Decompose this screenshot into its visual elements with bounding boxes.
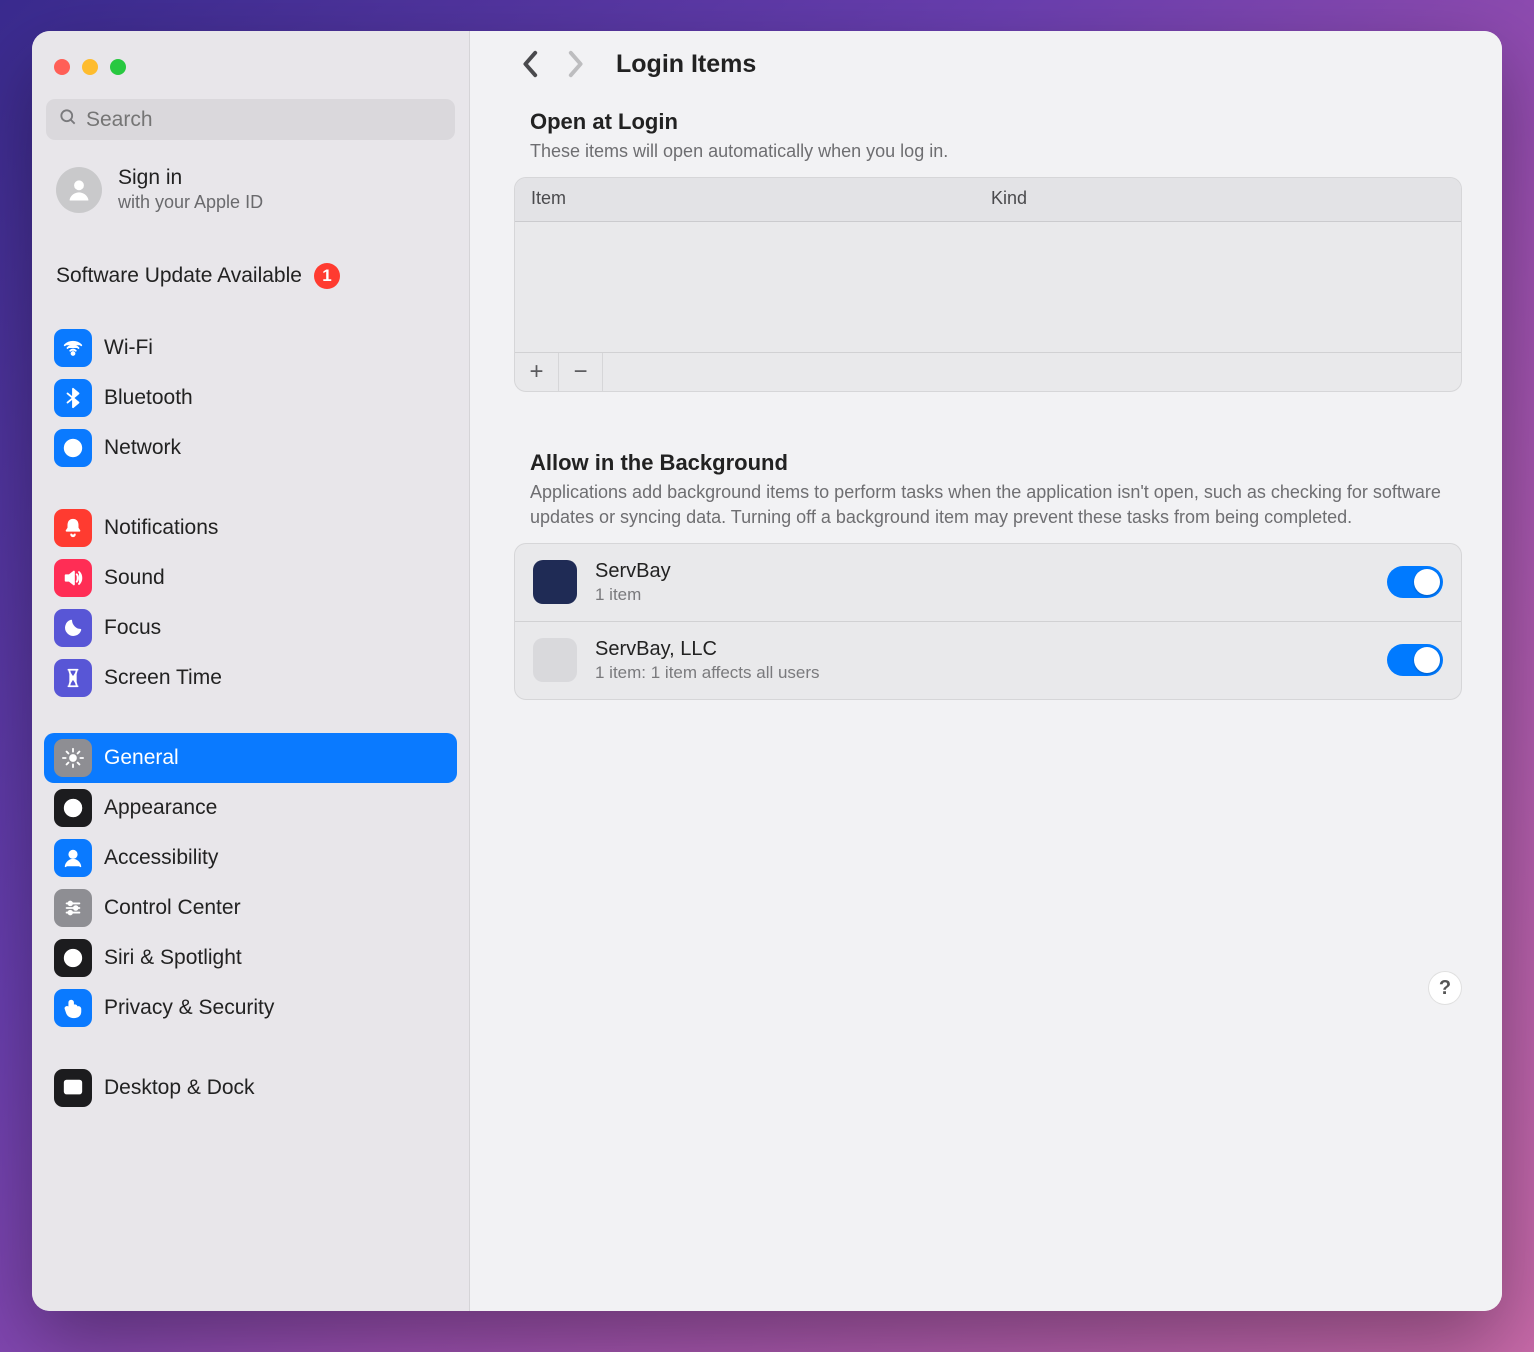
sidebar-item-label: Appearance [104, 796, 217, 820]
background-toggle[interactable] [1387, 566, 1443, 598]
sidebar-item-screen-time[interactable]: Screen Time [44, 653, 457, 703]
window-controls [44, 53, 457, 75]
sign-in-text: Sign in with your Apple ID [118, 166, 263, 213]
nav-forward-button[interactable] [558, 47, 592, 81]
sidebar-item-label: General [104, 746, 179, 770]
background-title: Allow in the Background [514, 450, 1462, 480]
sidebar-item-label: Bluetooth [104, 386, 193, 410]
sidebar-item-accessibility[interactable]: Accessibility [44, 833, 457, 883]
add-login-item-button[interactable]: + [515, 353, 559, 391]
help-button[interactable]: ? [1428, 971, 1462, 1005]
open-login-table: Item Kind + − [514, 177, 1462, 392]
sidebar-item-appearance[interactable]: Appearance [44, 783, 457, 833]
sliders-icon [54, 889, 92, 927]
bell-icon [54, 509, 92, 547]
sidebar-item-label: Desktop & Dock [104, 1076, 255, 1100]
sidebar: Sign in with your Apple ID Software Upda… [32, 31, 470, 1311]
software-update-label: Software Update Available [56, 264, 302, 288]
page-title: Login Items [616, 50, 756, 79]
col-kind: Kind [991, 188, 1027, 209]
search-icon [58, 107, 78, 132]
bluetooth-icon [54, 379, 92, 417]
speaker-icon [54, 559, 92, 597]
zoom-window-button[interactable] [110, 59, 126, 75]
wifi-icon [54, 329, 92, 367]
table-header: Item Kind [515, 178, 1461, 222]
nav-back-button[interactable] [514, 47, 548, 81]
moon-icon [54, 609, 92, 647]
sidebar-item-network[interactable]: Network [44, 423, 457, 473]
sidebar-item-label: Control Center [104, 896, 241, 920]
sidebar-item-sound[interactable]: Sound [44, 553, 457, 603]
sidebar-item-desktop-dock[interactable]: Desktop & Dock [44, 1063, 457, 1113]
sidebar-item-focus[interactable]: Focus [44, 603, 457, 653]
siri-icon [54, 939, 92, 977]
table-body-empty [515, 222, 1461, 352]
avatar [56, 167, 102, 213]
sidebar-item-label: Screen Time [104, 666, 222, 690]
app-name: ServBay, LLC [595, 638, 1387, 661]
background-list: ServBay 1 item ServBay, LLC 1 item: 1 it… [514, 543, 1462, 700]
background-desc: Applications add background items to per… [514, 480, 1462, 543]
close-window-button[interactable] [54, 59, 70, 75]
sidebar-item-label: Notifications [104, 516, 218, 540]
sign-in-title: Sign in [118, 166, 263, 190]
update-badge: 1 [314, 263, 340, 289]
sidebar-item-label: Siri & Spotlight [104, 946, 242, 970]
app-subtitle: 1 item [595, 585, 1387, 605]
sign-in-subtitle: with your Apple ID [118, 192, 263, 213]
sidebar-item-wi-fi[interactable]: Wi-Fi [44, 323, 457, 373]
open-login-desc: These items will open automatically when… [514, 139, 1462, 177]
sidebar-item-control-center[interactable]: Control Center [44, 883, 457, 933]
sidebar-item-label: Accessibility [104, 846, 218, 870]
sidebar-item-privacy-security[interactable]: Privacy & Security [44, 983, 457, 1033]
app-icon [533, 560, 577, 604]
background-row: ServBay 1 item [515, 544, 1461, 622]
sign-in-row[interactable]: Sign in with your Apple ID [44, 140, 457, 223]
open-login-title: Open at Login [514, 109, 1462, 139]
gear-icon [54, 739, 92, 777]
globe-icon [54, 429, 92, 467]
content-header: Login Items [514, 47, 1462, 81]
app-icon [533, 638, 577, 682]
dock-icon [54, 1069, 92, 1107]
sidebar-item-general[interactable]: General [44, 733, 457, 783]
minimize-window-button[interactable] [82, 59, 98, 75]
sidebar-item-label: Wi-Fi [104, 336, 153, 360]
sidebar-item-label: Sound [104, 566, 165, 590]
remove-login-item-button[interactable]: − [559, 353, 603, 391]
sidebar-item-notifications[interactable]: Notifications [44, 503, 457, 553]
app-subtitle: 1 item: 1 item affects all users [595, 663, 1387, 683]
content-pane: Login Items Open at Login These items wi… [470, 31, 1502, 1311]
sidebar-item-label: Privacy & Security [104, 996, 274, 1020]
search-field[interactable] [46, 99, 455, 140]
sidebar-item-label: Network [104, 436, 181, 460]
app-name: ServBay [595, 560, 1387, 583]
person-icon [54, 839, 92, 877]
table-footer: + − [515, 352, 1461, 391]
software-update-row[interactable]: Software Update Available 1 [44, 223, 457, 293]
circle-half-icon [54, 789, 92, 827]
background-row: ServBay, LLC 1 item: 1 item affects all … [515, 622, 1461, 699]
sidebar-item-label: Focus [104, 616, 161, 640]
sidebar-item-bluetooth[interactable]: Bluetooth [44, 373, 457, 423]
sidebar-item-siri-spotlight[interactable]: Siri & Spotlight [44, 933, 457, 983]
col-item: Item [531, 188, 991, 209]
hourglass-icon [54, 659, 92, 697]
background-toggle[interactable] [1387, 644, 1443, 676]
settings-window: Sign in with your Apple ID Software Upda… [32, 31, 1502, 1311]
search-input[interactable] [86, 108, 443, 132]
hand-icon [54, 989, 92, 1027]
